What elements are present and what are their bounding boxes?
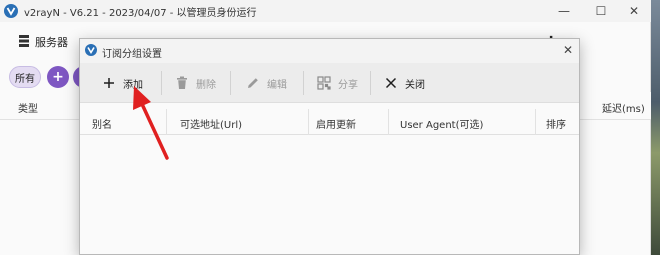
close-dialog-button[interactable]: 关闭 (384, 71, 425, 95)
title-bar: v2rayN - V6.21 - 2023/04/07 - 以管理员身份运行 —… (0, 0, 651, 22)
column-divider[interactable] (308, 109, 309, 135)
share-button[interactable]: 分享 (317, 71, 358, 95)
column-enable-update[interactable]: 启用更新 (316, 116, 356, 131)
column-divider[interactable] (535, 109, 536, 135)
add-filter-button[interactable]: + (47, 66, 69, 88)
subscription-settings-dialog: 订阅分组设置 ✕ 添加 删除 编辑 分享 关闭 别名 可选地址(Url) 启用更… (79, 38, 580, 255)
add-button-label: 添加 (123, 79, 143, 91)
maximize-button[interactable]: ☐ (584, 0, 618, 22)
v2rayn-logo-icon (4, 4, 18, 18)
minimize-button[interactable]: — (547, 0, 581, 22)
v2rayn-logo-icon (85, 44, 97, 56)
edit-button-label: 编辑 (267, 79, 287, 91)
column-divider[interactable] (166, 109, 167, 135)
dialog-title-bar: 订阅分组设置 ✕ (80, 39, 579, 63)
delete-button[interactable]: 删除 (175, 71, 216, 95)
column-delay[interactable]: 延迟(ms) (602, 100, 645, 115)
column-divider[interactable] (388, 109, 389, 135)
edit-button[interactable]: 编辑 (246, 71, 287, 95)
subscription-grid-header: 别名 可选地址(Url) 启用更新 User Agent(可选) 排序 (80, 109, 579, 135)
column-type[interactable]: 类型 (18, 100, 38, 115)
servers-menu[interactable]: 服务器 (18, 30, 68, 54)
column-url[interactable]: 可选地址(Url) (180, 116, 242, 131)
dialog-toolbar: 添加 删除 编辑 分享 关闭 (80, 63, 579, 103)
share-button-label: 分享 (338, 79, 358, 91)
close-x-icon (384, 76, 398, 90)
dialog-title: 订阅分组设置 (102, 49, 162, 60)
close-button-label: 关闭 (405, 79, 425, 91)
delete-button-label: 删除 (196, 79, 216, 91)
toolbar-divider (370, 71, 371, 95)
toolbar-divider (230, 71, 231, 95)
server-stack-icon (18, 34, 30, 51)
trash-icon (175, 76, 189, 90)
pencil-icon (246, 76, 260, 90)
qr-code-icon (317, 76, 331, 90)
add-button[interactable]: 添加 (102, 71, 143, 95)
window-title: v2rayN - V6.21 - 2023/04/07 - 以管理员身份运行 (24, 8, 257, 19)
servers-menu-label: 服务器 (35, 36, 68, 49)
toolbar-divider (161, 71, 162, 95)
column-user-agent[interactable]: User Agent(可选) (400, 116, 483, 131)
column-alias[interactable]: 别名 (92, 116, 112, 131)
dialog-close-button[interactable]: ✕ (561, 43, 575, 57)
toolbar-divider (303, 71, 304, 95)
filter-chip-all[interactable]: 所有 (9, 66, 41, 88)
desktop-background (651, 0, 660, 255)
column-sort[interactable]: 排序 (546, 116, 566, 131)
plus-icon (102, 76, 116, 90)
close-window-button[interactable]: ✕ (617, 0, 651, 22)
